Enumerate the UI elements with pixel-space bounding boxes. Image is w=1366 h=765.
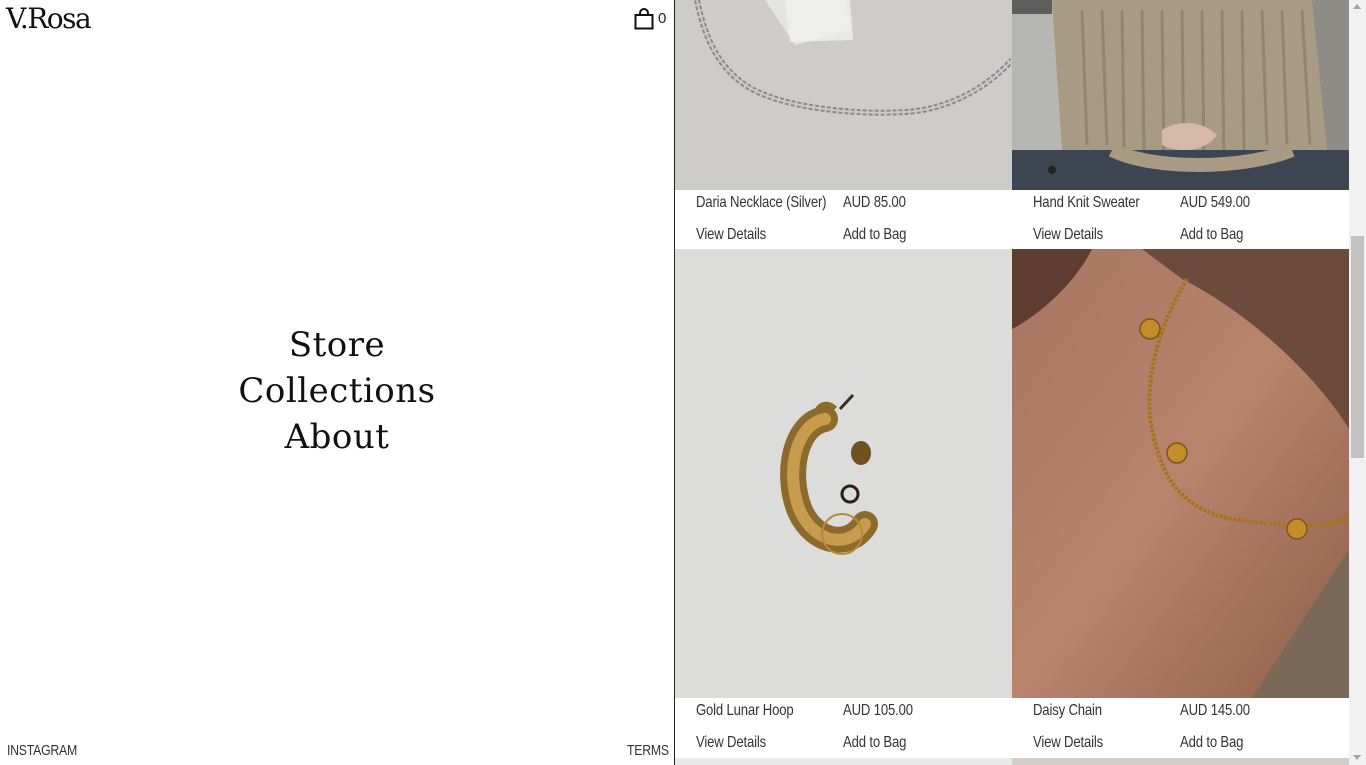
product-image[interactable] (675, 249, 1012, 698)
product-name: Daria Necklace (Silver) (696, 194, 827, 211)
add-to-bag-button[interactable]: Add to Bag (843, 734, 906, 752)
gold-daisy-chain-icon (1012, 249, 1349, 698)
silver-chain-necklace-icon (675, 0, 1012, 190)
view-details-link[interactable]: View Details (1033, 734, 1103, 752)
instagram-link[interactable]: INSTAGRAM (7, 742, 77, 759)
knit-sweater-icon (1012, 0, 1349, 190)
menu-item-store[interactable]: Store (289, 322, 385, 368)
view-details-link[interactable]: View Details (1033, 226, 1103, 244)
product-image[interactable] (675, 0, 1012, 190)
product-price: AUD 549.00 (1180, 194, 1250, 211)
view-details-link[interactable]: View Details (696, 734, 766, 752)
product-name: Hand Knit Sweater (1033, 194, 1140, 211)
terms-link[interactable]: TERMS (627, 742, 669, 759)
product-card: Hand Knit Sweater AUD 549.00 View Detail… (1012, 0, 1349, 249)
left-panel: V.Rosa 0 Store Collections About INSTAGR… (0, 0, 674, 765)
product-name: Daisy Chain (1033, 702, 1102, 719)
product-info: Gold Lunar Hoop AUD 105.00 View Details … (675, 698, 1012, 758)
product-card: Daria Necklace (Silver) AUD 85.00 View D… (675, 0, 1012, 249)
main-menu: Store Collections About (0, 322, 674, 460)
product-name: Gold Lunar Hoop (696, 702, 794, 719)
scrollbar[interactable] (1349, 0, 1366, 765)
menu-item-collections[interactable]: Collections (238, 368, 435, 414)
product-card: Gold Lunar Hoop AUD 105.00 View Details … (675, 249, 1012, 758)
product-price: AUD 85.00 (843, 194, 906, 211)
product-grid: Daria Necklace (Silver) AUD 85.00 View D… (675, 0, 1349, 765)
product-info: Hand Knit Sweater AUD 549.00 View Detail… (1012, 190, 1349, 249)
scroll-up-arrow-icon[interactable] (1353, 4, 1361, 9)
scrollbar-thumb[interactable] (1351, 236, 1364, 458)
shopping-bag-button[interactable]: 0 (634, 8, 666, 30)
product-price: AUD 145.00 (1180, 702, 1250, 719)
product-price: AUD 105.00 (843, 702, 913, 719)
product-card: Daisy Chain AUD 145.00 View Details Add … (1012, 249, 1349, 758)
product-info: Daria Necklace (Silver) AUD 85.00 View D… (675, 190, 1012, 249)
menu-item-about[interactable]: About (285, 414, 390, 460)
next-product-image (1012, 758, 1349, 765)
gold-hoop-earring-icon (675, 249, 1012, 698)
next-product-image (675, 758, 1012, 765)
scroll-down-arrow-icon[interactable] (1353, 755, 1361, 760)
add-to-bag-button[interactable]: Add to Bag (1180, 734, 1243, 752)
product-image[interactable] (1012, 0, 1349, 190)
brand-logo[interactable]: V.Rosa (6, 2, 92, 35)
add-to-bag-button[interactable]: Add to Bag (843, 226, 906, 244)
product-image[interactable] (1012, 249, 1349, 698)
view-details-link[interactable]: View Details (696, 226, 766, 244)
add-to-bag-button[interactable]: Add to Bag (1180, 226, 1243, 244)
shopping-bag-icon (634, 8, 654, 30)
bag-count: 0 (658, 10, 667, 27)
product-info: Daisy Chain AUD 145.00 View Details Add … (1012, 698, 1349, 758)
